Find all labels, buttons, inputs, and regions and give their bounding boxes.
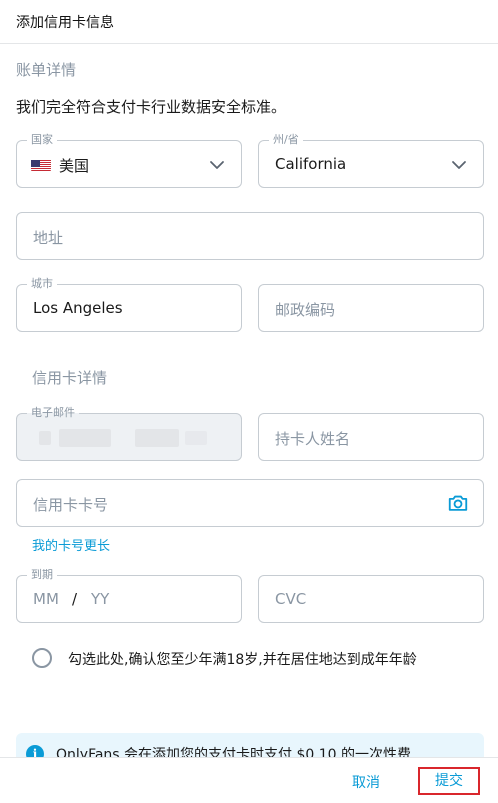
redacted-email: [135, 429, 179, 447]
expiry-year-placeholder: YY: [91, 590, 110, 608]
city-input[interactable]: 城市 Los Angeles: [16, 276, 242, 332]
email-input: 电子邮件: [16, 405, 242, 461]
cancel-button[interactable]: 取消: [352, 772, 380, 792]
longer-card-number-link[interactable]: 我的卡号更长: [32, 535, 110, 554]
card-holder-placeholder: 持卡人姓名: [275, 430, 351, 448]
expiry-label: 到期: [27, 567, 57, 583]
zip-placeholder: 邮政编码: [275, 301, 336, 319]
dialog-footer: 取消 提交: [0, 757, 498, 803]
submit-button[interactable]: 提交: [418, 767, 480, 795]
country-select[interactable]: 国家 美国: [16, 132, 242, 188]
cvc-input[interactable]: CVC: [258, 575, 484, 623]
city-value: Los Angeles: [33, 299, 123, 317]
expiry-separator: /: [72, 590, 78, 608]
chevron-down-icon: [452, 161, 466, 169]
address-input[interactable]: 地址: [16, 212, 484, 260]
redacted-email: [39, 431, 51, 445]
address-placeholder: 地址: [33, 229, 64, 247]
redacted-email: [59, 429, 111, 447]
city-label: 城市: [27, 276, 57, 292]
chevron-down-icon: [210, 161, 224, 169]
cvc-placeholder: CVC: [275, 590, 307, 608]
expiry-input[interactable]: 到期 MM / YY: [16, 567, 242, 623]
camera-icon[interactable]: [447, 492, 469, 514]
age-confirm-label[interactable]: 勾选此处,确认您至少年满18岁,并在居住地达到成年年龄: [68, 649, 417, 669]
expiry-month-placeholder: MM: [33, 590, 59, 608]
billing-section-title: 账单详情: [16, 61, 77, 79]
country-value: 美国: [59, 157, 90, 175]
dialog-title: 添加信用卡信息: [16, 15, 114, 31]
card-holder-input[interactable]: 持卡人姓名: [258, 413, 484, 461]
dialog-header: 添加信用卡信息: [0, 0, 498, 44]
zip-input[interactable]: 邮政编码: [258, 284, 484, 332]
state-value: California: [275, 155, 347, 173]
card-section-title: 信用卡详情: [32, 369, 108, 387]
state-select[interactable]: 州/省 California: [258, 132, 484, 188]
age-confirm-checkbox[interactable]: [32, 648, 52, 668]
country-label: 国家: [27, 132, 57, 148]
pci-note: 我们完全符合支付卡行业数据安全标准。: [16, 98, 287, 116]
card-number-placeholder: 信用卡卡号: [33, 496, 109, 514]
redacted-email: [185, 431, 207, 445]
email-label: 电子邮件: [27, 405, 79, 421]
us-flag-icon: [31, 158, 51, 171]
state-label: 州/省: [269, 132, 303, 148]
card-number-input[interactable]: 信用卡卡号: [16, 479, 484, 527]
